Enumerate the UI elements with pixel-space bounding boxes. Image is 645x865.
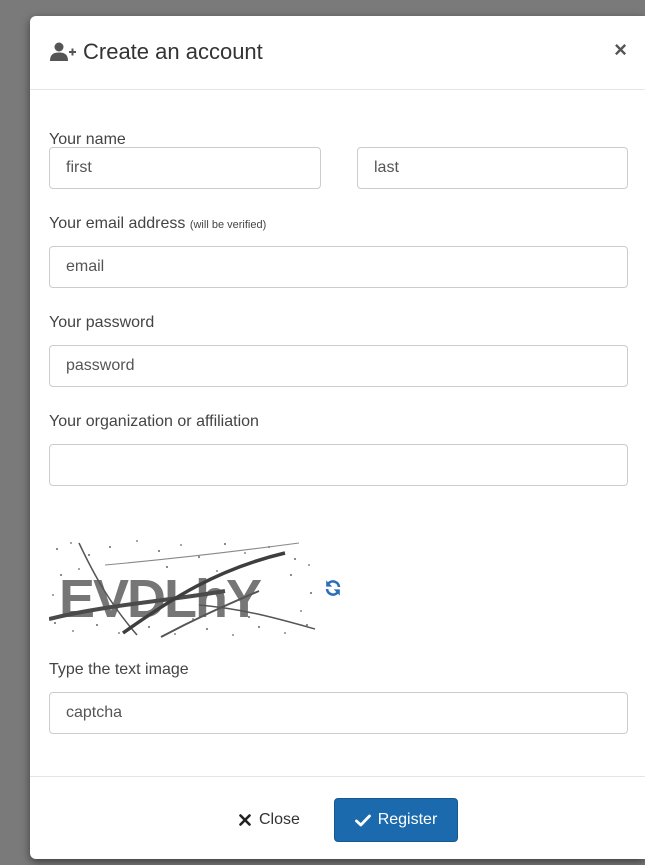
- close-button[interactable]: Close: [227, 800, 312, 840]
- modal-footer: Close Register: [30, 776, 645, 859]
- close-icon[interactable]: ×: [614, 38, 627, 62]
- user-plus-icon: [50, 42, 76, 61]
- captcha-label: Type the text image: [49, 661, 189, 678]
- check-icon: [354, 814, 371, 826]
- email-label: Your email address (will be verified): [49, 214, 266, 235]
- password-input[interactable]: [49, 345, 628, 387]
- email-label-text: Your email address: [49, 215, 186, 232]
- register-button[interactable]: Register: [334, 798, 458, 842]
- captcha-input[interactable]: [49, 692, 628, 734]
- organization-label: Your organization or affiliation: [49, 413, 259, 430]
- modal-header: Create an account ×: [30, 16, 645, 90]
- email-input[interactable]: [49, 246, 628, 288]
- organization-input[interactable]: [49, 444, 628, 486]
- close-icon: [239, 814, 251, 826]
- register-button-label: Register: [377, 811, 438, 828]
- modal-title: Create an account: [83, 39, 263, 64]
- close-button-label: Close: [259, 811, 300, 828]
- first-name-input[interactable]: [49, 147, 321, 189]
- create-account-modal: Create an account × Your name Your email…: [30, 16, 645, 859]
- captcha-image: EVDLhY: [49, 535, 319, 639]
- email-verified-note: (will be verified): [189, 219, 267, 231]
- password-label: Your password: [49, 314, 155, 331]
- last-name-input[interactable]: [357, 147, 628, 189]
- refresh-captcha-icon[interactable]: [324, 579, 342, 597]
